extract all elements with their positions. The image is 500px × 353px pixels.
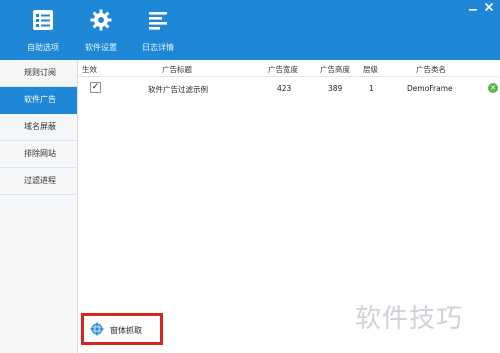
toolbar-item-software-settings[interactable]: 软件设置 bbox=[71, 8, 131, 58]
checklist-icon bbox=[31, 8, 55, 32]
toolbar-item-self-options[interactable]: 自助选项 bbox=[13, 8, 73, 58]
ad-width-cell: 423 bbox=[277, 84, 292, 93]
column-header-height[interactable]: 广告高度 bbox=[320, 64, 350, 75]
minimize-icon[interactable] bbox=[466, 2, 480, 16]
capture-label: 窗体抓取 bbox=[110, 325, 142, 335]
status-ok-icon[interactable]: ✕ bbox=[488, 83, 498, 93]
toolbar-item-label: 日志详情 bbox=[142, 43, 174, 52]
ad-height-cell: 389 bbox=[328, 84, 343, 93]
top-toolbar: 自助选项 软件设置 日志详情 bbox=[0, 0, 500, 60]
sidebar-item-exclude-sites[interactable]: 排除网站 bbox=[0, 141, 77, 168]
ad-title-cell: 软件广告过滤示例 bbox=[148, 85, 208, 94]
capture-icon bbox=[90, 322, 104, 338]
toolbar-item-log-details[interactable]: 日志详情 bbox=[128, 8, 188, 58]
column-header-width[interactable]: 广告宽度 bbox=[268, 64, 298, 75]
ad-level-cell: 1 bbox=[369, 84, 374, 93]
sidebar: 规则订阅 软件广告 域名屏蔽 排除网站 过滤进程 bbox=[0, 60, 78, 353]
log-lines-icon bbox=[146, 8, 170, 32]
sidebar-item-software-ads[interactable]: 软件广告 bbox=[0, 87, 77, 114]
toolbar-item-label: 自助选项 bbox=[27, 43, 59, 52]
window-capture-button[interactable]: 窗体抓取 bbox=[90, 322, 142, 338]
close-icon[interactable] bbox=[482, 2, 496, 16]
sidebar-item-domain-block[interactable]: 域名屏蔽 bbox=[0, 114, 77, 141]
table-header: 生效 广告标题 广告宽度 广告高度 层级 广告类名 bbox=[78, 60, 500, 77]
column-header-title[interactable]: 广告标题 bbox=[162, 64, 192, 75]
watermark: 软件技巧 bbox=[355, 304, 464, 334]
sidebar-item-rule-subscription[interactable]: 规则订阅 bbox=[0, 60, 77, 87]
sidebar-item-filter-process[interactable]: 过滤进程 bbox=[0, 168, 77, 195]
table-row[interactable]: ✓ 软件广告过滤示例 423 389 1 DemoFrame ✕ bbox=[78, 78, 500, 98]
column-header-class-name[interactable]: 广告类名 bbox=[416, 64, 446, 75]
ad-class-name-cell: DemoFrame bbox=[407, 84, 453, 93]
column-header-level[interactable]: 层级 bbox=[363, 64, 378, 75]
column-header-enabled[interactable]: 生效 bbox=[82, 64, 97, 75]
toolbar-item-label: 软件设置 bbox=[85, 43, 117, 52]
enabled-checkbox[interactable]: ✓ bbox=[90, 82, 101, 93]
capture-highlight: 窗体抓取 bbox=[81, 313, 163, 345]
gear-icon bbox=[89, 8, 113, 32]
